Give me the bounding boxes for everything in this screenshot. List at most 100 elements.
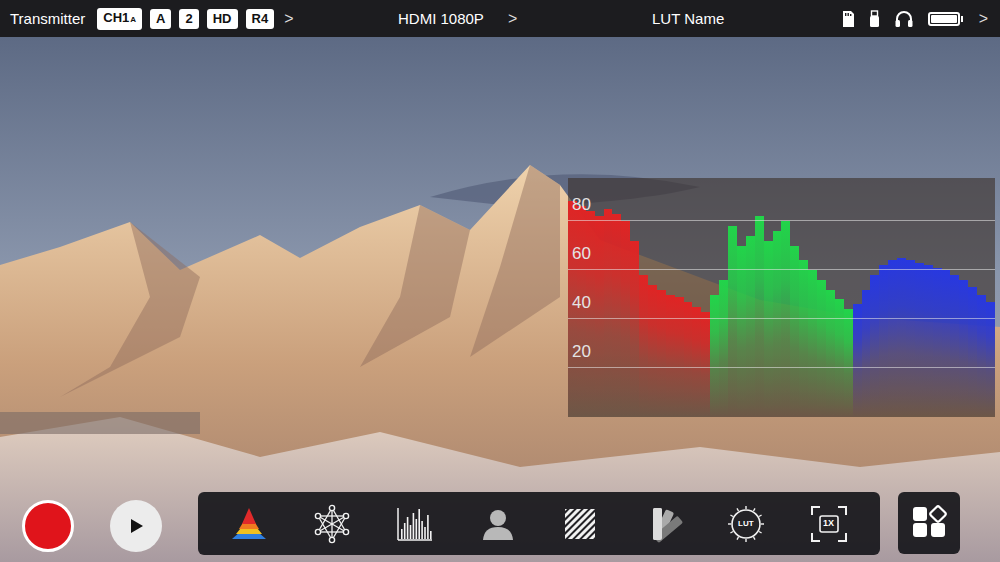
parade-trace — [621, 221, 630, 417]
parade-trace — [639, 275, 648, 417]
waveform-icon — [229, 504, 269, 544]
parade-trace — [888, 260, 897, 417]
parade-channel — [853, 178, 995, 417]
parade-trace — [737, 246, 746, 418]
waveform-tool-button[interactable] — [227, 502, 271, 546]
parade-trace — [701, 312, 710, 417]
parade-trace — [986, 302, 995, 417]
tick-line — [568, 318, 995, 319]
parade-trace — [942, 270, 951, 417]
rgb-parade: 80 60 40 20 — [568, 178, 995, 417]
badge-text: CH1 — [103, 10, 129, 26]
zebra-icon — [560, 504, 600, 544]
tool-bar: LUT 1X — [198, 492, 880, 555]
sd-card-icon — [842, 10, 855, 28]
parade-trace — [870, 275, 879, 417]
zebra-tool-button[interactable] — [558, 502, 602, 546]
channel-badge[interactable]: 2 — [179, 9, 198, 29]
parade-trace — [657, 290, 666, 417]
parade-trace — [684, 302, 693, 417]
input-label[interactable]: HDMI 1080P — [398, 10, 484, 27]
parade-trace — [844, 309, 853, 417]
status-group: > — [842, 10, 990, 28]
usb-icon — [869, 10, 880, 28]
fan-tool-button[interactable] — [641, 502, 685, 546]
play-icon — [126, 516, 146, 536]
lut-name[interactable]: LUT Name — [648, 10, 842, 27]
parade-trace — [604, 209, 613, 417]
parade-trace — [933, 268, 942, 417]
falsecolor-icon — [478, 504, 518, 544]
parade-trace — [675, 297, 684, 417]
battery-icon — [928, 12, 963, 26]
input-group: HDMI 1080P > — [398, 10, 648, 28]
parade-trace — [853, 304, 862, 417]
parade-trace — [968, 287, 977, 417]
input-chevron[interactable]: > — [506, 10, 519, 28]
parade-trace — [755, 216, 764, 417]
parade-trace — [826, 290, 835, 417]
parade-trace — [915, 263, 924, 417]
battery-fill — [931, 15, 957, 23]
badges-chevron[interactable]: > — [282, 10, 295, 28]
channel-badge[interactable]: R4 — [246, 9, 275, 29]
top-bar: TransmitterCH1AA2HDR4>HDMI 1080P>LUT Nam… — [0, 0, 1000, 37]
play-button[interactable] — [110, 500, 162, 552]
tick-line — [568, 367, 995, 368]
tool-label: 1X — [807, 518, 851, 528]
lut-tool-button[interactable]: LUT — [724, 502, 768, 546]
parade-trace — [773, 231, 782, 417]
vectorscope-tool-button[interactable] — [310, 502, 354, 546]
channel-badge[interactable]: A — [150, 9, 171, 29]
parade-trace — [950, 275, 959, 417]
parade-trace — [746, 236, 755, 417]
parade-trace — [586, 211, 595, 417]
channel-badge[interactable]: CH1A — [97, 8, 142, 30]
tick-label: 60 — [572, 244, 591, 264]
parade-channels — [568, 178, 995, 417]
channel-badge[interactable]: HD — [207, 9, 238, 29]
tool-label: LUT — [724, 519, 768, 528]
parade-channel — [710, 178, 852, 417]
top-left-group: TransmitterCH1AA2HDR4> — [10, 8, 398, 30]
grid-menu-icon — [911, 505, 947, 541]
tick-label: 40 — [572, 293, 591, 313]
menu-button[interactable] — [898, 492, 960, 554]
vectorscope-icon — [312, 504, 352, 544]
parade-trace — [595, 216, 604, 417]
zoom-tool-button[interactable]: 1X — [807, 502, 851, 546]
badge-sub: A — [130, 12, 136, 28]
tick-line — [568, 269, 995, 270]
histogram-icon — [395, 504, 435, 544]
parade-trace — [862, 290, 871, 417]
badge-text: R4 — [252, 11, 269, 27]
fan-icon — [643, 504, 683, 544]
histogram-tool-button[interactable] — [393, 502, 437, 546]
parade-trace — [790, 246, 799, 418]
battery-track — [928, 12, 960, 26]
parade-trace — [977, 295, 986, 418]
parade-trace — [906, 260, 915, 417]
record-button[interactable] — [22, 500, 74, 552]
tick-label: 80 — [572, 195, 591, 215]
parade-trace — [728, 226, 737, 417]
status-chevron[interactable]: > — [977, 10, 990, 28]
parade-trace — [897, 258, 906, 417]
badge-text: 2 — [185, 11, 192, 27]
parade-trace — [959, 280, 968, 417]
parade-trace — [612, 214, 621, 417]
parade-trace — [692, 307, 701, 417]
parade-trace — [781, 221, 790, 417]
battery-nub — [961, 16, 963, 22]
parade-trace — [879, 265, 888, 417]
parade-trace — [710, 295, 719, 418]
tick-line — [568, 220, 995, 221]
parade-trace — [719, 280, 728, 417]
badge-text: HD — [213, 11, 232, 27]
parade-trace — [666, 295, 675, 418]
source-label[interactable]: Transmitter — [10, 10, 85, 27]
parade-trace — [764, 241, 773, 417]
falsecolor-tool-button[interactable] — [476, 502, 520, 546]
tick-label: 20 — [572, 342, 591, 362]
parade-trace — [630, 241, 639, 417]
